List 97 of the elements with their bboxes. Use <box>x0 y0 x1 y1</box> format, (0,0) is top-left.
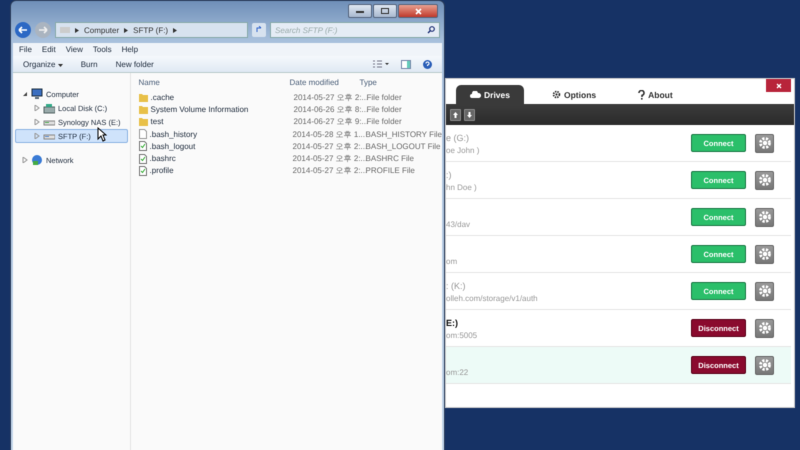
column-header[interactable]: Name <box>138 78 290 86</box>
type-cell: File folder <box>366 104 402 114</box>
toolbar-button[interactable]: Burn <box>80 60 98 68</box>
type-cell: File folder <box>366 117 402 126</box>
drive-name: E:) <box>446 318 459 329</box>
file-name[interactable]: .bash_logout <box>150 142 290 151</box>
chevron-icon <box>75 28 79 32</box>
upload-button[interactable] <box>450 108 461 120</box>
file-name[interactable]: System Volume Information <box>150 104 291 114</box>
toolbar-button[interactable]: New folder <box>116 60 154 68</box>
forward-arrow-icon <box>38 26 48 34</box>
document-icon <box>138 129 147 140</box>
back-button[interactable] <box>15 22 31 38</box>
gear-icon <box>758 284 772 298</box>
drive-name: : (K:) <box>446 281 466 292</box>
column-header[interactable]: Type <box>360 78 377 86</box>
search-icon <box>427 26 435 34</box>
toolbar-button[interactable]: Organize <box>23 60 63 68</box>
refresh-button[interactable] <box>252 23 266 37</box>
gear-icon <box>758 321 772 335</box>
drive-icon <box>60 27 70 33</box>
type-cell: BASH_HISTORY File <box>366 130 442 139</box>
tab[interactable]: About <box>624 85 687 104</box>
settings-button[interactable] <box>755 318 774 338</box>
question-mark-icon <box>638 90 646 100</box>
file-name[interactable]: test <box>150 117 291 126</box>
type-cell: File folder <box>366 92 402 102</box>
address-segment[interactable]: Computer <box>84 26 120 34</box>
menu-item[interactable]: Help <box>122 45 138 54</box>
menu-item[interactable]: Edit <box>42 45 56 54</box>
settings-button[interactable] <box>755 356 774 374</box>
back-arrow-icon <box>18 26 28 34</box>
globe-icon <box>31 154 43 166</box>
gear-icon <box>758 173 772 187</box>
script-file-icon <box>138 141 147 152</box>
search-input[interactable]: Search SFTP (F:) <box>275 23 427 37</box>
computer-icon <box>31 88 43 100</box>
drive-name: :) <box>446 170 452 181</box>
drive-name: e (G:) <box>446 133 470 144</box>
drive-address: oe John ) <box>446 146 480 155</box>
close-icon <box>414 8 422 14</box>
drive-address: om:22 <box>446 368 470 377</box>
type-cell: BASH_LOGOUT File <box>366 142 440 151</box>
address-bar[interactable]: Computer SFTP (F:) <box>55 22 248 38</box>
download-button[interactable] <box>464 108 475 120</box>
type-cell: PROFILE File <box>366 166 415 176</box>
chevron-icon <box>124 28 128 32</box>
expand-arrow-icon[interactable] <box>22 91 28 97</box>
file-name[interactable]: .cache <box>150 92 291 102</box>
settings-button[interactable] <box>755 208 774 226</box>
script-file-icon <box>138 166 147 176</box>
maximize-button[interactable] <box>373 4 397 18</box>
script-file-icon <box>138 154 147 164</box>
search-field[interactable]: Search SFTP (F:) <box>270 22 440 38</box>
gear-icon <box>552 90 561 99</box>
maximize-icon <box>381 8 389 14</box>
help-icon[interactable] <box>423 60 432 68</box>
file-name[interactable]: .bashrc <box>150 154 290 164</box>
gear-icon <box>758 210 772 224</box>
tab[interactable]: Options <box>538 85 610 104</box>
file-name[interactable]: .bash_history <box>150 130 290 139</box>
drive-address: olleh.com/storage/v1/auth <box>446 294 539 303</box>
gear-icon <box>758 358 772 372</box>
gear-icon <box>758 136 772 150</box>
refresh-icon <box>255 26 263 34</box>
drive-address: om:5005 <box>446 331 478 340</box>
settings-button[interactable] <box>755 282 774 300</box>
settings-button[interactable] <box>755 244 774 264</box>
chevron-icon <box>173 28 178 32</box>
column-header[interactable]: Date modified <box>290 78 360 86</box>
down-arrow-icon <box>467 112 472 118</box>
drive-address: 43/dav <box>446 220 472 229</box>
up-arrow-icon <box>453 112 458 118</box>
mouse-cursor-icon <box>97 127 107 142</box>
type-cell: BASHRC File <box>366 154 414 164</box>
dropdown-arrow-icon <box>58 64 63 66</box>
date-cell: 2014-05-28 오후 1... <box>292 128 363 140</box>
disk-drive-icon <box>43 102 55 114</box>
cloud-icon <box>470 91 481 98</box>
close-button[interactable] <box>766 79 791 92</box>
menu-item[interactable]: Tools <box>92 45 112 54</box>
menu-item[interactable]: View <box>66 45 83 54</box>
settings-button[interactable] <box>755 134 774 152</box>
file-name[interactable]: .profile <box>150 166 290 176</box>
view-options-icon[interactable] <box>373 60 389 68</box>
gear-icon <box>758 247 772 261</box>
close-button[interactable] <box>398 4 438 18</box>
address-segment[interactable]: SFTP (F:) <box>133 26 168 34</box>
drive-address: hn Doe ) <box>446 183 478 192</box>
minimize-icon <box>356 9 364 13</box>
preview-pane-icon[interactable] <box>401 60 411 68</box>
drive-address: om <box>446 257 458 266</box>
settings-button[interactable] <box>755 170 774 190</box>
tab[interactable]: Drives <box>456 85 524 104</box>
menu-item[interactable]: File <box>19 45 32 54</box>
minimize-button[interactable] <box>348 4 372 18</box>
close-icon <box>776 82 782 88</box>
